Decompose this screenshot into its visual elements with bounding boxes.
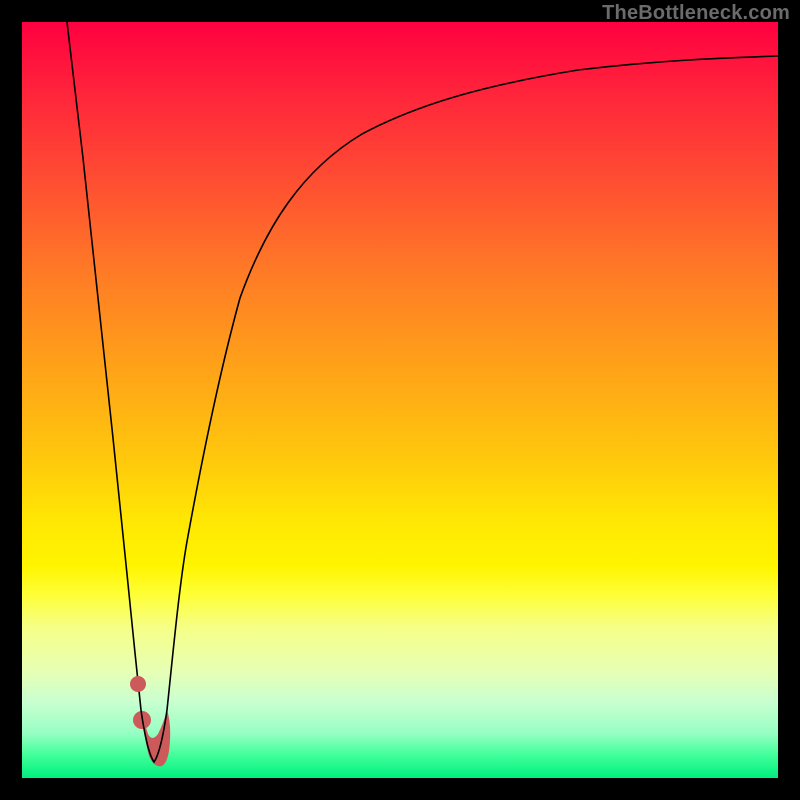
right-branch-line	[167, 56, 778, 710]
left-branch-line	[67, 22, 141, 710]
chart-frame: TheBottleneck.com	[0, 0, 800, 800]
curve-layer	[22, 22, 778, 778]
plot-area	[22, 22, 778, 778]
valley-dot-upper	[130, 676, 146, 692]
